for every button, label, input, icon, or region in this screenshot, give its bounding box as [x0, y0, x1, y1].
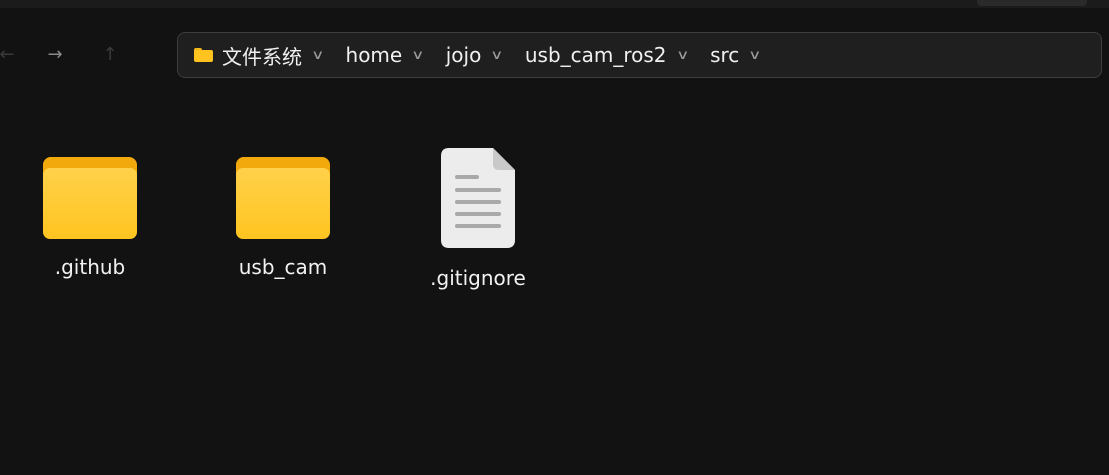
- breadcrumb-label: home: [345, 43, 403, 67]
- up-button[interactable]: ↑: [97, 42, 123, 68]
- folder-icon: [194, 48, 213, 62]
- breadcrumb-label: 文件系统: [222, 44, 302, 69]
- breadcrumb-home[interactable]: home ∨: [346, 33, 446, 77]
- file-item-usb-cam[interactable]: usb_cam: [208, 140, 358, 279]
- breadcrumb-filesystem[interactable]: 文件系统 ∨: [194, 33, 346, 77]
- folder-icon: [236, 157, 330, 239]
- breadcrumb-src[interactable]: src ∨: [710, 33, 783, 77]
- chevron-down-icon[interactable]: ∨: [676, 48, 689, 63]
- file-name: usb_cam: [238, 255, 328, 279]
- breadcrumb-label: jojo: [445, 43, 482, 67]
- back-arrow-icon: ←: [0, 44, 15, 65]
- file-item-gitignore[interactable]: .gitignore: [403, 140, 553, 290]
- breadcrumb-label: src: [710, 43, 740, 67]
- forward-button[interactable]: →: [42, 42, 68, 68]
- file-name: .github: [54, 255, 126, 279]
- chevron-down-icon[interactable]: ∨: [490, 48, 503, 63]
- window-top-strip: [0, 0, 1109, 8]
- forward-arrow-icon: →: [47, 44, 63, 65]
- breadcrumb-jojo[interactable]: jojo ∨: [446, 33, 525, 77]
- back-button[interactable]: ←: [0, 42, 20, 68]
- chevron-down-icon[interactable]: ∨: [311, 48, 324, 63]
- breadcrumb-label: usb_cam_ros2: [524, 43, 667, 67]
- chevron-down-icon[interactable]: ∨: [748, 48, 761, 63]
- chevron-down-icon[interactable]: ∨: [411, 48, 424, 63]
- window-top-corner: [977, 0, 1087, 6]
- file-grid: .github usb_cam .gitignore: [0, 140, 1109, 320]
- file-item-github[interactable]: .github: [15, 140, 165, 279]
- folder-icon: [43, 157, 137, 239]
- up-arrow-icon: ↑: [102, 44, 118, 65]
- breadcrumb-usb-cam-ros2[interactable]: usb_cam_ros2 ∨: [525, 33, 710, 77]
- text-file-icon: [441, 148, 515, 248]
- path-bar[interactable]: 文件系统 ∨ home ∨ jojo ∨ usb_cam_ros2 ∨ src …: [177, 32, 1102, 78]
- file-name: .gitignore: [430, 266, 526, 290]
